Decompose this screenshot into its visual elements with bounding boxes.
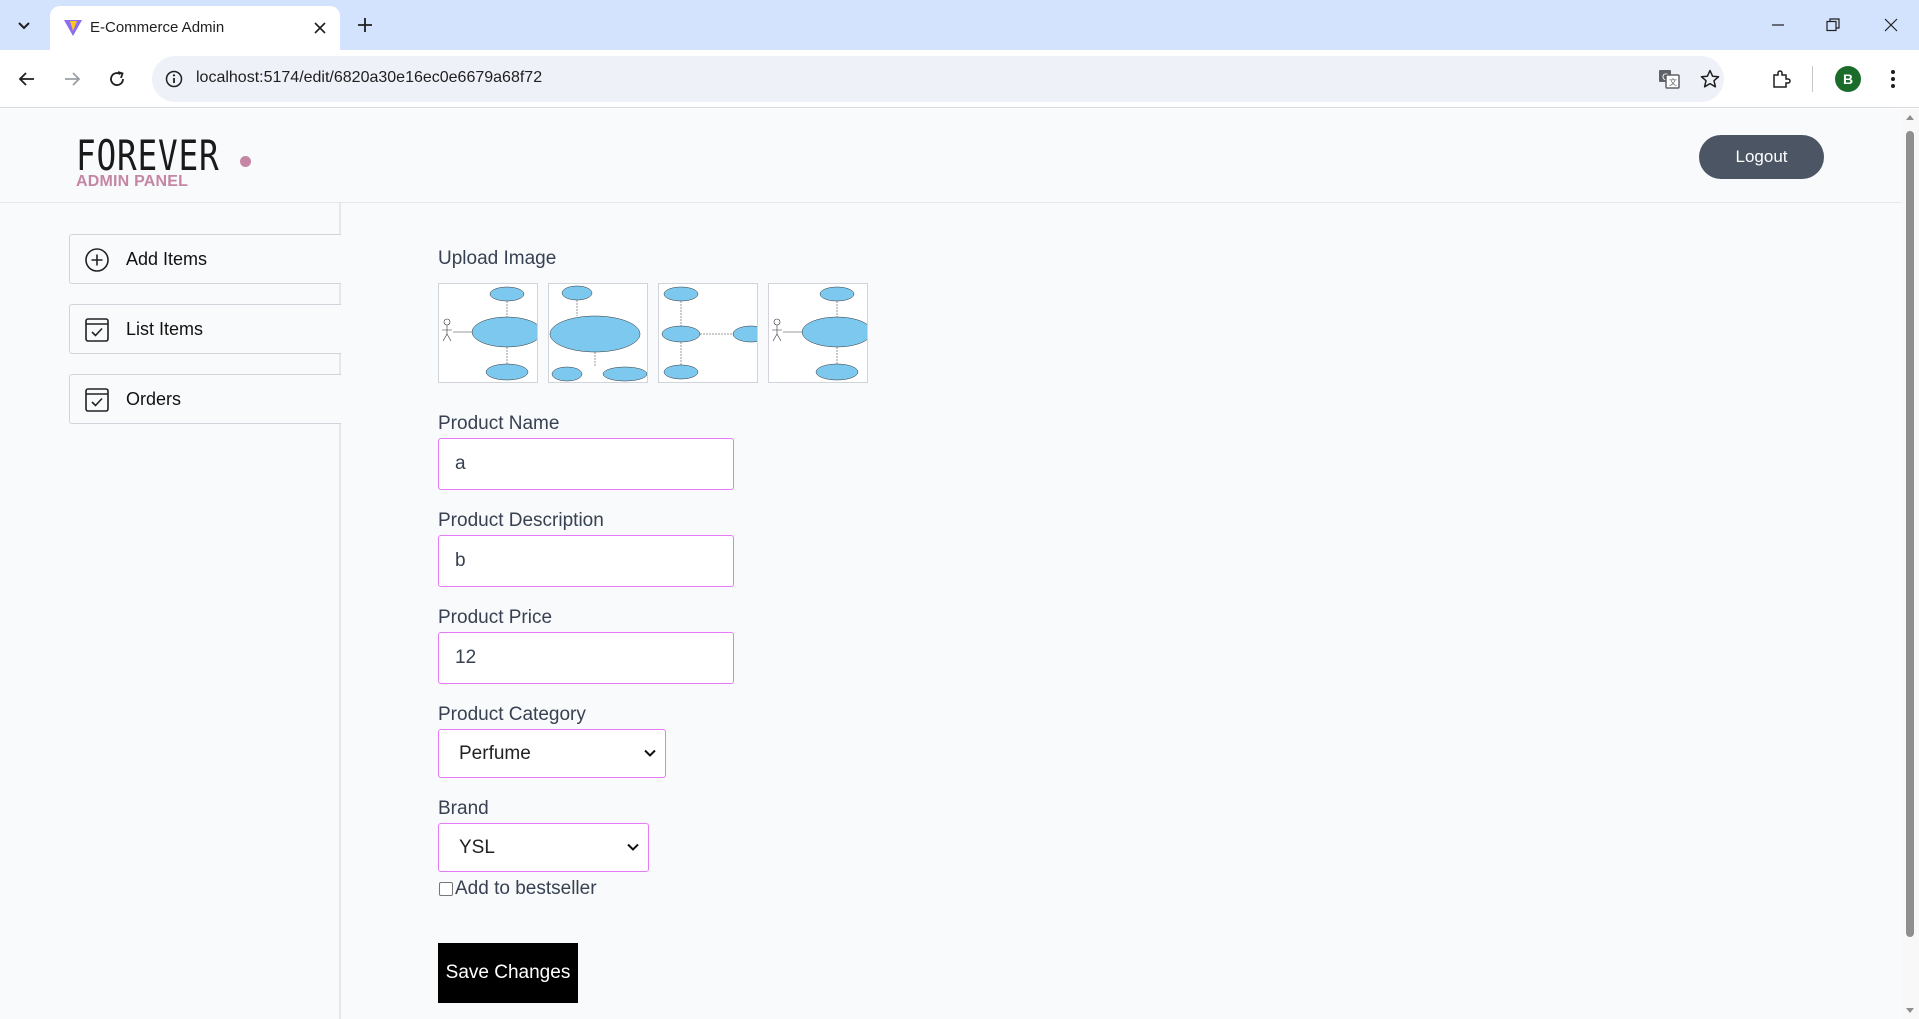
product-name-input[interactable]: a — [438, 438, 734, 490]
checkbox-icon — [85, 388, 109, 412]
sidebar-item-orders[interactable]: Orders — [69, 374, 341, 424]
sidebar-item-label: Add Items — [126, 249, 208, 269]
brand-select[interactable]: YSL — [438, 823, 649, 872]
toolbar-divider — [1812, 66, 1813, 92]
forward-button[interactable] — [55, 62, 89, 96]
minimize-icon — [1772, 24, 1784, 26]
bestseller-label: Add to bestseller — [455, 878, 597, 899]
more-vertical-icon — [1891, 70, 1895, 88]
upload-image-label: Upload Image — [438, 248, 557, 269]
svg-text:文: 文 — [1669, 77, 1677, 87]
reload-button[interactable] — [100, 62, 134, 96]
page-scrollbar[interactable] — [1901, 109, 1919, 1019]
info-icon — [165, 70, 183, 88]
extensions-button[interactable] — [1764, 62, 1798, 96]
image-upload-slot-1[interactable] — [438, 283, 538, 383]
sidebar-item-label: Orders — [126, 389, 182, 409]
tab-title: E-Commerce Admin — [90, 19, 225, 36]
puzzle-icon — [1773, 70, 1791, 88]
brand-value: YSL — [459, 836, 495, 858]
reload-icon — [110, 71, 124, 86]
tab-search-button[interactable] — [10, 11, 38, 39]
product-description-label: Product Description — [438, 510, 604, 531]
add-circle-icon — [85, 248, 109, 272]
scroll-up-icon[interactable] — [1905, 113, 1915, 123]
uploaded-image-thumbnail — [661, 286, 757, 380]
checkbox-icon — [85, 318, 109, 342]
product-category-value: Perfume — [459, 742, 531, 764]
translate-button[interactable]: G文 — [1656, 67, 1682, 91]
product-price-label: Product Price — [438, 607, 553, 628]
minimize-button[interactable] — [1756, 8, 1800, 42]
chevron-down-icon — [627, 843, 639, 851]
uploaded-image-thumbnail — [442, 286, 537, 381]
translate-icon: G文 — [1659, 70, 1680, 89]
sidebar-item-label: List Items — [126, 319, 204, 339]
logo-dot — [240, 156, 251, 167]
sidebar-item-add-items[interactable]: Add Items — [69, 234, 341, 284]
bookmark-button[interactable] — [1697, 67, 1723, 91]
new-tab-button[interactable] — [352, 12, 378, 38]
browser-menu-button[interactable] — [1876, 62, 1910, 96]
vite-logo-icon — [64, 20, 82, 36]
avatar: B — [1835, 66, 1861, 92]
logout-button[interactable]: Logout — [1699, 135, 1824, 179]
browser-toolbar: localhost:5174/edit/6820a30e16ec0e6679a6… — [0, 50, 1919, 108]
uploaded-image-thumbnail — [772, 286, 867, 381]
tab-close-button[interactable] — [310, 18, 330, 38]
arrow-left-icon — [18, 72, 34, 86]
address-bar[interactable]: localhost:5174/edit/6820a30e16ec0e6679a6… — [152, 56, 1724, 102]
star-icon — [1700, 69, 1720, 88]
chevron-down-icon — [644, 749, 656, 757]
product-category-label: Product Category — [438, 704, 586, 725]
scroll-down-icon[interactable] — [1905, 1005, 1915, 1015]
arrow-right-icon — [65, 72, 81, 86]
save-changes-button[interactable]: Save Changes — [438, 943, 578, 1003]
brand-label: Brand — [438, 798, 489, 819]
image-upload-slot-2[interactable] — [548, 283, 648, 383]
chevron-down-icon — [18, 22, 30, 30]
url-text: localhost:5174/edit/6820a30e16ec0e6679a6… — [196, 69, 543, 86]
close-icon — [314, 22, 326, 34]
restore-icon — [1826, 18, 1840, 32]
logo-subtitle: ADMIN PANEL — [76, 173, 189, 190]
site-info-button[interactable] — [162, 67, 186, 91]
product-price-input[interactable]: 12 — [438, 632, 734, 684]
browser-tab-strip: E-Commerce Admin — [0, 0, 1919, 50]
browser-tab[interactable]: E-Commerce Admin — [50, 6, 340, 50]
close-icon — [1884, 18, 1898, 32]
image-upload-slot-3[interactable] — [658, 283, 758, 383]
profile-button[interactable]: B — [1831, 62, 1865, 96]
sidebar: Add Items List Items Orders — [0, 203, 341, 1019]
admin-header: FOREVER ADMIN PANEL Logout — [0, 109, 1901, 203]
product-name-label: Product Name — [438, 413, 560, 434]
image-upload-slot-4[interactable] — [768, 283, 868, 383]
scrollbar-thumb[interactable] — [1906, 131, 1914, 937]
product-description-input[interactable]: b — [438, 535, 734, 587]
back-button[interactable] — [10, 62, 44, 96]
sidebar-item-list-items[interactable]: List Items — [69, 304, 341, 354]
restore-button[interactable] — [1811, 8, 1855, 42]
admin-page: FOREVER ADMIN PANEL Logout Add Items Lis… — [0, 109, 1901, 1019]
close-window-button[interactable] — [1869, 8, 1913, 42]
product-category-select[interactable]: Perfume — [438, 729, 666, 778]
bestseller-checkbox[interactable] — [439, 882, 453, 896]
plus-icon — [358, 18, 372, 32]
uploaded-image-thumbnail — [549, 285, 647, 382]
